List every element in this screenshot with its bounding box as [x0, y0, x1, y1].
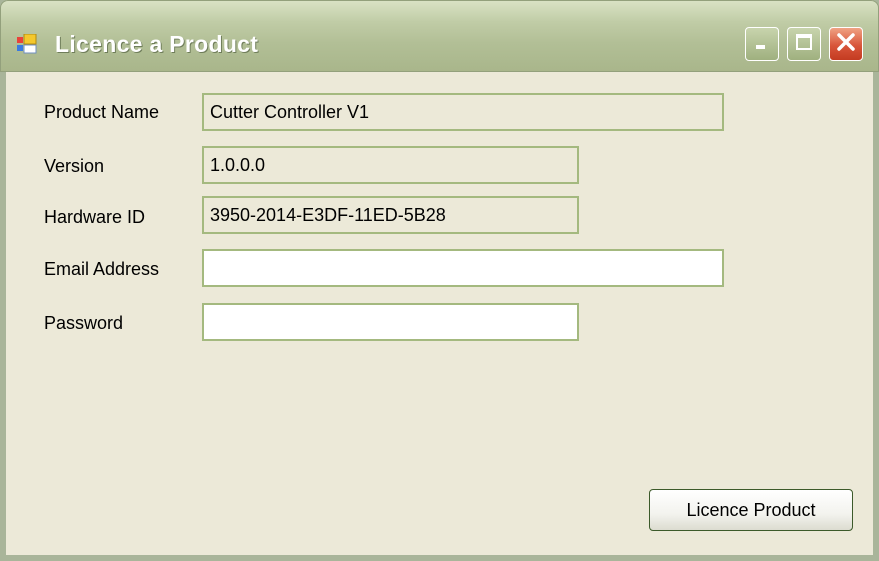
version-field[interactable]: 1.0.0.0	[202, 146, 579, 184]
licence-product-button[interactable]: Licence Product	[649, 489, 853, 531]
hardware-id-field[interactable]: 3950-2014-E3DF-11ED-5B28	[202, 196, 579, 234]
maximize-button[interactable]	[787, 27, 821, 61]
product-name-field[interactable]: Cutter Controller V1	[202, 93, 724, 131]
title-bar[interactable]: Licence a Product	[0, 0, 879, 72]
window-title: Licence a Product	[55, 31, 259, 57]
product-name-label: Product Name	[44, 102, 160, 122]
password-input[interactable]	[202, 303, 579, 341]
email-address-input[interactable]	[202, 249, 724, 287]
close-button[interactable]	[829, 27, 863, 61]
minimize-button[interactable]	[745, 27, 779, 61]
email-address-label: Email Address	[44, 259, 160, 279]
maximize-icon	[794, 32, 814, 57]
version-label: Version	[44, 156, 105, 176]
hardware-id-label: Hardware ID	[44, 207, 146, 227]
close-icon	[835, 31, 857, 58]
password-label: Password	[44, 313, 124, 333]
form-area: Product Name Cutter Controller V1 Versio…	[6, 72, 873, 555]
licence-dialog-window: Licence a Product Product Name Cutter Co…	[0, 0, 879, 561]
minimize-icon	[752, 32, 772, 57]
app-window-icon	[17, 33, 37, 54]
